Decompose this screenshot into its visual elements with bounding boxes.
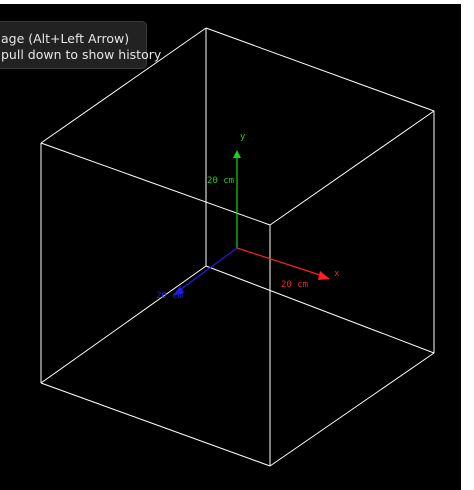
y-axis-label: y — [240, 132, 246, 142]
back-button-tooltip: age (Alt+Left Arrow) pull down to show h… — [0, 21, 162, 69]
y-axis-scale-label: 20 cm — [207, 176, 234, 186]
box-edge — [40, 382, 271, 467]
box-edge — [40, 265, 207, 384]
box-edge — [205, 27, 435, 112]
y-axis: y 20 cm — [207, 132, 246, 248]
x-axis-arrowhead — [318, 271, 330, 280]
geometry-scene[interactable]: y 20 cm x 20 cm 20 cm — [0, 4, 461, 490]
x-axis-label: x — [334, 269, 340, 279]
box-edge — [269, 352, 435, 467]
tooltip-line-2: pull down to show history — [1, 47, 162, 62]
z-axis: 20 cm — [156, 247, 238, 301]
y-axis-arrowhead — [233, 150, 241, 158]
x-axis-scale-label: 20 cm — [281, 280, 308, 290]
z-axis-scale-label: 20 cm — [156, 291, 183, 301]
tooltip-line-1: age (Alt+Left Arrow) — [1, 31, 130, 46]
3d-viewport[interactable]: y 20 cm x 20 cm 20 cm age (Alt+Left Arro… — [0, 4, 461, 490]
box-edge — [269, 110, 435, 226]
